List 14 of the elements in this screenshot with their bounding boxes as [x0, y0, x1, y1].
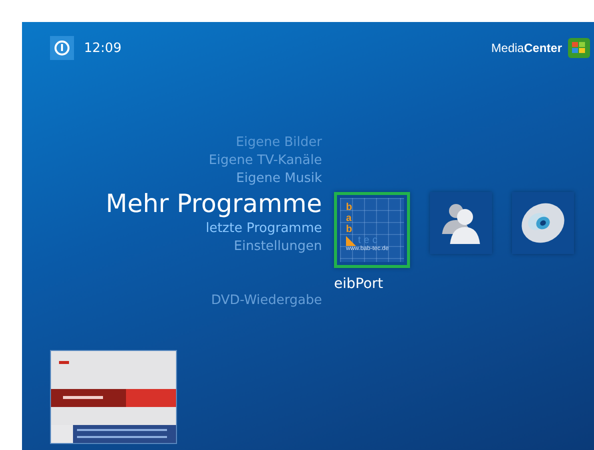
app-tile[interactable]: [430, 192, 492, 254]
menu-item[interactable]: Einstellungen: [234, 238, 322, 256]
clock-time: 12:09: [84, 40, 122, 56]
app-tile[interactable]: [512, 192, 574, 254]
brand-title: MediaCenter: [491, 41, 562, 55]
menu-subitem[interactable]: letzte Programme: [206, 220, 322, 238]
tile-label: eibPort: [334, 276, 384, 292]
menu-item[interactable]: Eigene TV-Kanäle: [208, 152, 322, 170]
menu-item[interactable]: Mehr Programme: [106, 188, 322, 220]
menu-item[interactable]: Eigene Bilder: [236, 134, 322, 152]
power-button[interactable]: [50, 36, 74, 60]
menu-item[interactable]: DVD-Wiedergabe: [211, 292, 322, 310]
flag-icon: [568, 38, 590, 58]
menu-item[interactable]: Eigene Musik: [236, 170, 322, 188]
